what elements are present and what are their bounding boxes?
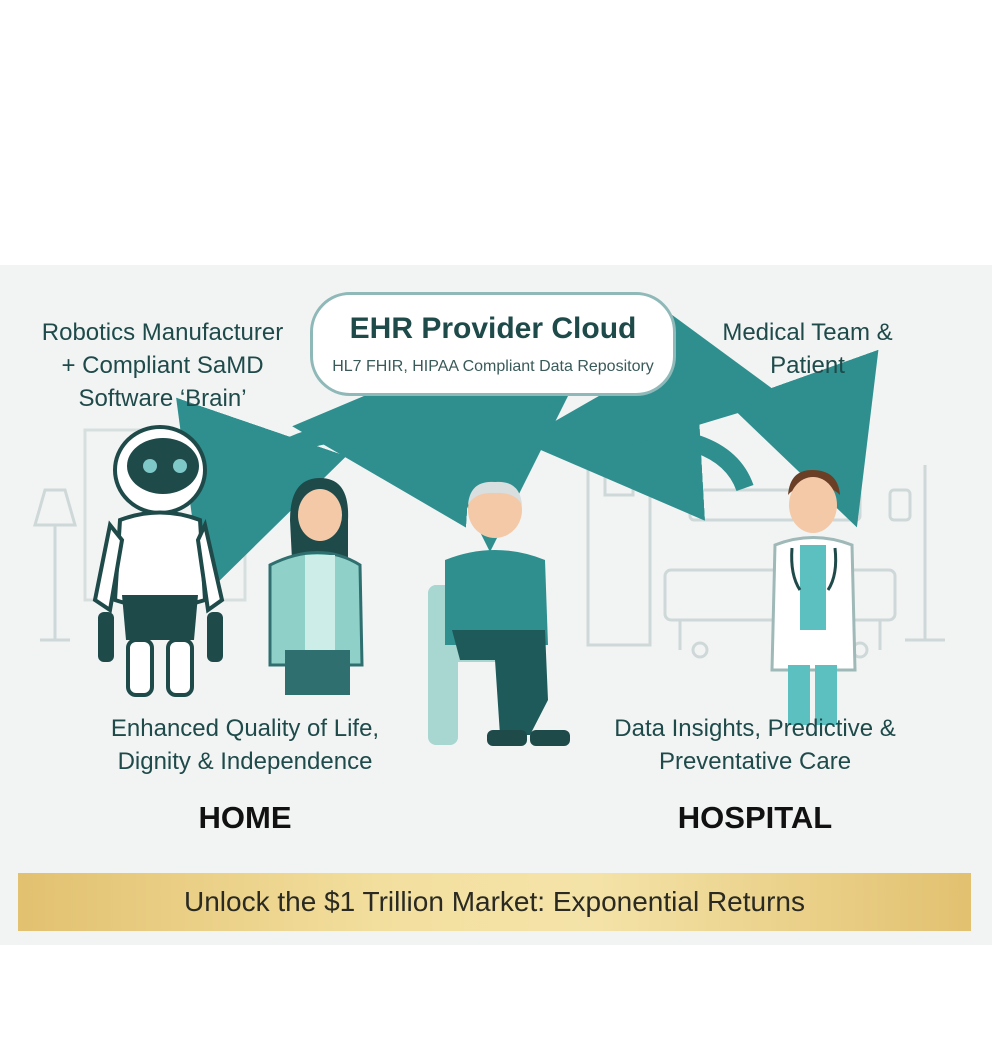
arrow-team-to-patient <box>614 292 879 528</box>
hospital-side-title: Medical Team & Patient <box>680 316 935 382</box>
hospital-title-line: Patient <box>770 352 845 379</box>
iv-stand-icon <box>888 465 945 642</box>
hospital-caption: Data Insights, Predictive & Preventative… <box>580 712 930 778</box>
home-title-line: + Compliant SaMD <box>61 352 264 379</box>
home-side-title: Robotics Manufacturer + Compliant SaMD S… <box>20 316 305 415</box>
hospital-door-icon <box>586 453 652 647</box>
hospital-caption-line: Preventative Care <box>658 748 852 775</box>
market-banner: Unlock the $1 Trillion Market: Exponenti… <box>18 873 971 931</box>
home-caption: Enhanced Quality of Life, Dignity & Inde… <box>60 712 430 778</box>
hospital-title-line: Medical Team & <box>722 319 893 346</box>
banner-text: Unlock the $1 Trillion Market: Exponenti… <box>184 886 805 917</box>
cloud-subtitle: HL7 FHIR, HIPAA Compliant Data Repositor… <box>332 358 654 375</box>
hospital-caption-line: Data Insights, Predictive & <box>614 715 896 742</box>
caregiver-icon <box>268 478 364 695</box>
home-title-line: Software ‘Brain’ <box>78 385 247 412</box>
home-label: HOME <box>198 800 292 835</box>
floor-lamp-icon <box>33 488 77 642</box>
robot-icon <box>92 425 225 697</box>
elderly-patient-icon <box>428 481 570 746</box>
home-title-line: Robotics Manufacturer <box>41 319 284 346</box>
home-caption-line: Dignity & Independence <box>117 748 373 775</box>
hospital-label: HOSPITAL <box>677 800 833 835</box>
home-caption-line: Enhanced Quality of Life, <box>110 715 380 742</box>
doctor-icon <box>770 470 857 725</box>
arrow-hospital-to-cloud <box>520 341 754 521</box>
cloud-title: EHR Provider Cloud <box>349 312 637 345</box>
